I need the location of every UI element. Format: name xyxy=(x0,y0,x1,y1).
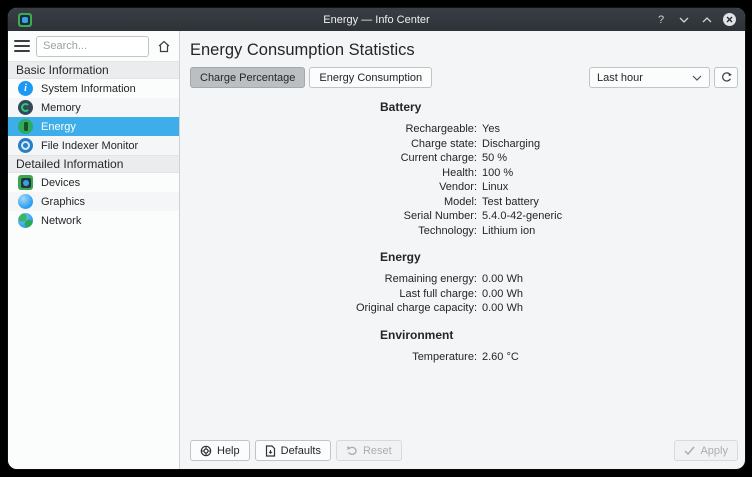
check-icon xyxy=(684,446,695,455)
chevron-down-icon xyxy=(692,75,702,81)
tab-charge-percentage[interactable]: Charge Percentage xyxy=(190,67,305,88)
sidebar-item-devices[interactable]: Devices xyxy=(8,173,179,192)
help-button[interactable]: Help xyxy=(190,440,250,461)
form-row: Model:Test battery xyxy=(190,195,738,210)
refresh-button[interactable] xyxy=(714,67,738,88)
sidebar-item-file-indexer-monitor[interactable]: File Indexer Monitor xyxy=(8,136,179,155)
form-row: Charge state:Discharging xyxy=(190,137,738,152)
devices-icon xyxy=(18,175,33,190)
graphics-icon xyxy=(18,194,33,209)
form-row: Original charge capacity:0.00 Wh xyxy=(190,301,738,316)
toolbar: Charge Percentage Energy Consumption Las… xyxy=(190,67,738,88)
help-icon xyxy=(200,445,212,457)
form-row: Technology:Lithium ion xyxy=(190,224,738,239)
info-icon: i xyxy=(18,81,33,96)
section-heading-environment: Environment xyxy=(380,328,738,342)
info-center-window: Energy — Info Center ? Basic I xyxy=(8,8,745,469)
memory-icon xyxy=(18,100,33,115)
page-title: Energy Consumption Statistics xyxy=(190,39,738,61)
network-icon xyxy=(18,213,33,228)
close-icon xyxy=(726,16,733,23)
form-row: Rechargeable:Yes xyxy=(190,122,738,137)
main-content: Energy Consumption Statistics Charge Per… xyxy=(180,31,745,469)
titlebar: Energy — Info Center ? xyxy=(8,8,745,31)
reset-button[interactable]: Reset xyxy=(336,440,402,461)
sidebar-item-memory[interactable]: Memory xyxy=(8,98,179,117)
home-icon[interactable] xyxy=(155,37,173,55)
footer-buttons: Help Defaults Reset xyxy=(190,434,738,461)
section-heading-battery: Battery xyxy=(380,100,738,114)
chevron-down-icon xyxy=(679,17,689,23)
sidebar-item-system-information[interactable]: i System Information xyxy=(8,79,179,98)
maximize-button[interactable] xyxy=(700,13,714,27)
undo-icon xyxy=(346,445,358,456)
timespan-select[interactable]: Last hour xyxy=(589,67,710,88)
menu-icon[interactable] xyxy=(14,40,30,52)
form-row: Current charge:50 % xyxy=(190,151,738,166)
document-icon xyxy=(265,445,276,457)
form-row: Health:100 % xyxy=(190,166,738,181)
chevron-up-icon xyxy=(702,17,712,23)
form-row: Last full charge:0.00 Wh xyxy=(190,287,738,302)
refresh-icon xyxy=(720,71,733,84)
close-button[interactable] xyxy=(723,13,736,26)
form-row: Temperature:2.60 °C xyxy=(190,350,738,365)
tab-energy-consumption[interactable]: Energy Consumption xyxy=(309,67,432,88)
minimize-button[interactable] xyxy=(677,13,691,27)
file-indexer-icon xyxy=(18,138,33,153)
sidebar-section-detailed: Detailed Information xyxy=(8,155,179,173)
sidebar-item-network[interactable]: Network xyxy=(8,211,179,230)
sidebar-item-energy[interactable]: Energy xyxy=(8,117,179,136)
defaults-button[interactable]: Defaults xyxy=(255,440,331,461)
window-title: Energy — Info Center xyxy=(8,14,745,26)
app-icon xyxy=(18,13,32,27)
form-row: Serial Number:5.4.0-42-generic xyxy=(190,209,738,224)
energy-icon xyxy=(18,119,33,134)
sidebar: Basic Information i System Information M… xyxy=(8,31,180,469)
form-row: Vendor:Linux xyxy=(190,180,738,195)
sidebar-section-basic: Basic Information xyxy=(8,61,179,79)
help-window-button[interactable]: ? xyxy=(654,13,668,27)
section-heading-energy: Energy xyxy=(380,250,738,264)
sidebar-item-graphics[interactable]: Graphics xyxy=(8,192,179,211)
energy-form: Battery Rechargeable:Yes Charge state:Di… xyxy=(190,90,738,434)
apply-button[interactable]: Apply xyxy=(674,440,738,461)
search-input[interactable] xyxy=(36,36,149,57)
form-row: Remaining energy:0.00 Wh xyxy=(190,272,738,287)
